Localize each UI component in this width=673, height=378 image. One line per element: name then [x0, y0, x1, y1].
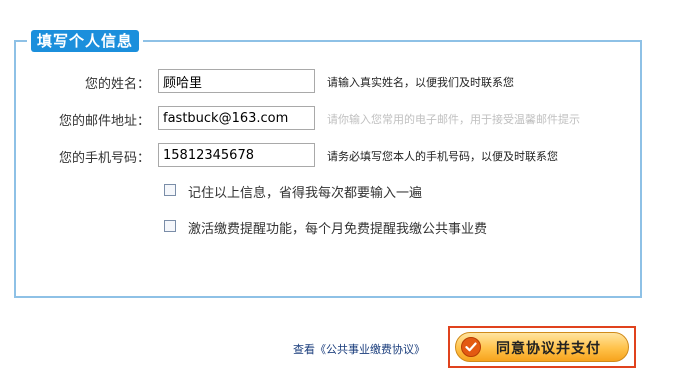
remember-info-label[interactable]: 记住以上信息，省得我每次都要输入一遍 — [188, 182, 422, 201]
email-hint: 请你输入您常用的电子邮件，用于接受温馨邮件提示 — [327, 113, 580, 126]
name-hint: 请输入真实姓名，以便我们及时联系您 — [327, 76, 514, 89]
name-row: 您的姓名： 请输入真实姓名，以便我们及时联系您 — [0, 69, 673, 93]
agree-and-pay-button[interactable]: 同意协议并支付 — [455, 332, 629, 362]
email-label: 您的邮件地址： — [58, 114, 150, 129]
phone-hint: 请务必填写您本人的手机号码，以便及时联系您 — [327, 150, 558, 163]
agree-and-pay-label: 同意协议并支付 — [496, 341, 601, 357]
email-input[interactable] — [158, 106, 315, 130]
section-title: 填写个人信息 — [27, 30, 144, 54]
name-label: 您的姓名： — [84, 77, 150, 92]
payment-reminder-checkbox[interactable] — [164, 220, 176, 232]
phone-input[interactable] — [158, 143, 315, 167]
name-input[interactable] — [158, 69, 315, 93]
email-row: 您的邮件地址： 请你输入您常用的电子邮件，用于接受温馨邮件提示 — [0, 106, 673, 130]
phone-label: 您的手机号码： — [58, 151, 150, 166]
phone-row: 您的手机号码： 请务必填写您本人的手机号码，以便及时联系您 — [0, 143, 673, 167]
payment-reminder-label[interactable]: 激活缴费提醒功能，每个月免费提醒我缴公共事业费 — [188, 218, 487, 237]
remember-info-checkbox[interactable] — [164, 184, 176, 196]
section-title-text: 填写个人信息 — [31, 30, 140, 52]
checkmark-icon — [461, 337, 481, 357]
agreement-link[interactable]: 查看《公共事业缴费协议》 — [293, 341, 425, 357]
